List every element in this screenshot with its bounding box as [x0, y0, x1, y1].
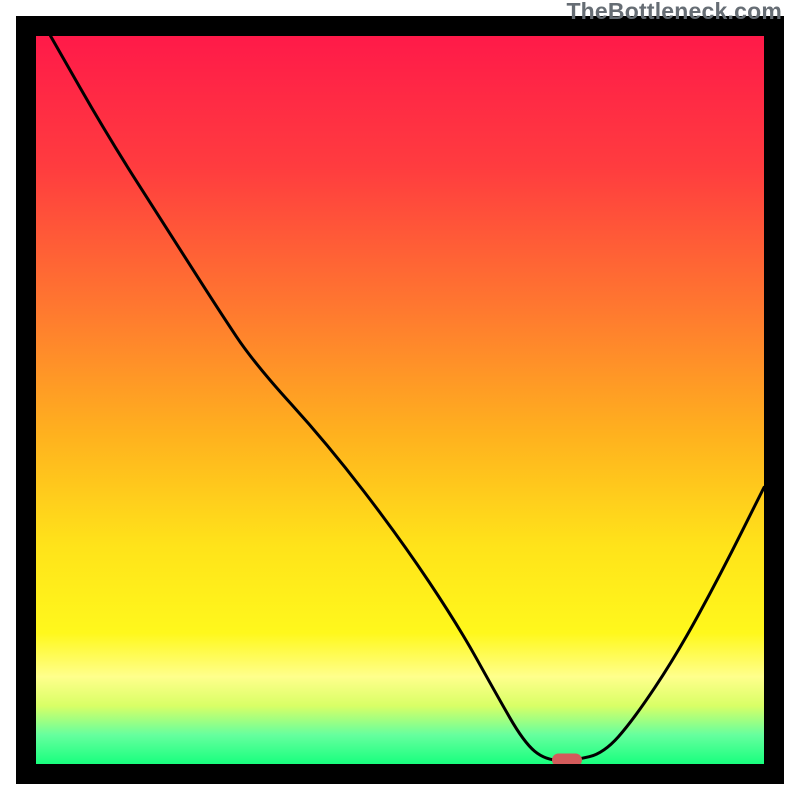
bottleneck-curve: [36, 36, 764, 764]
plot-area: [36, 36, 764, 764]
chart-frame: [16, 16, 784, 784]
watermark-text: TheBottleneck.com: [566, 0, 782, 25]
optimal-marker: [552, 754, 582, 764]
